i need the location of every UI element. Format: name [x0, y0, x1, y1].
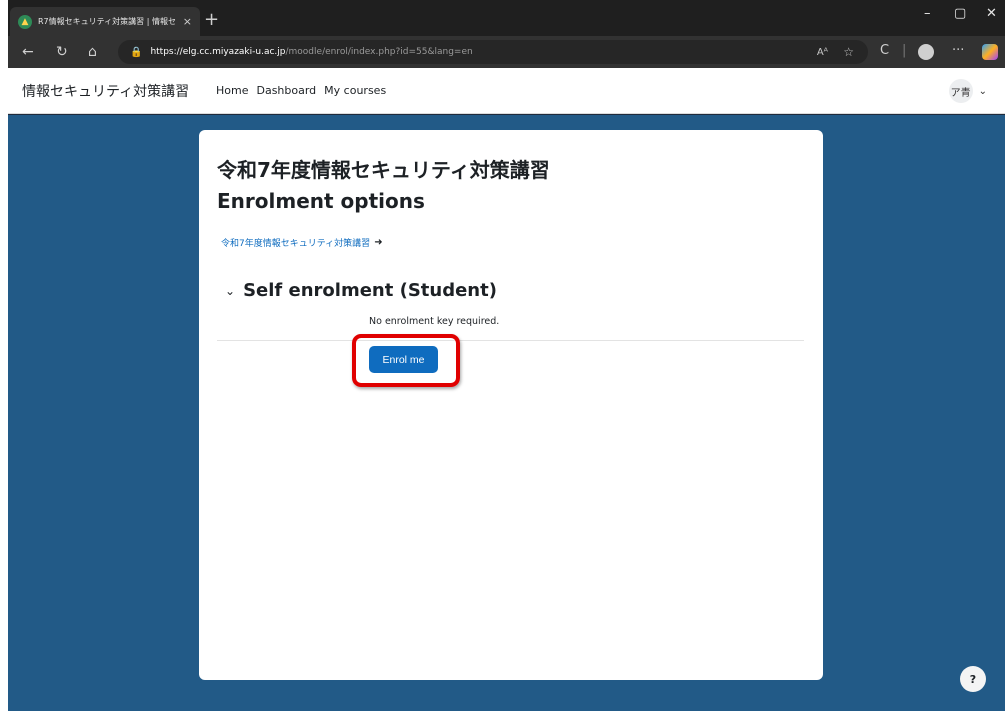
course-link[interactable]: 令和7年度情報セキュリティ対策講習 ➜: [221, 236, 383, 249]
nav-my-courses[interactable]: My courses: [324, 84, 386, 97]
maximize-icon[interactable]: ▢: [954, 6, 966, 21]
user-menu[interactable]: ア青 ⌄: [948, 79, 987, 103]
close-window-icon[interactable]: ✕: [986, 6, 997, 21]
enrol-me-button[interactable]: Enrol me: [369, 346, 438, 373]
help-button[interactable]: ?: [960, 666, 986, 692]
minimize-icon[interactable]: –: [924, 6, 931, 21]
read-aloud-icon[interactable]: Aᴬ: [817, 47, 828, 58]
back-icon[interactable]: ←: [22, 44, 34, 60]
course-title: 令和7年度情報セキュリティ対策講習: [217, 158, 550, 182]
section-title: Self enrolment (Student): [243, 280, 497, 301]
new-tab-icon[interactable]: +: [204, 9, 219, 31]
profile-icon[interactable]: [918, 44, 934, 60]
chevron-down-icon[interactable]: ⌄: [225, 284, 235, 298]
site-name[interactable]: 情報セキュリティ対策講習: [22, 81, 189, 101]
browser-titlebar: ▲ R7情報セキュリティ対策講習 | 情報セ × + – ▢ ✕: [8, 0, 1005, 36]
browser-window: ▲ R7情報セキュリティ対策講習 | 情報セ × + – ▢ ✕ ← ↻ ⌂ 🔒…: [8, 0, 1005, 711]
extension-icon[interactable]: Ϲ: [880, 43, 889, 58]
home-icon[interactable]: ⌂: [88, 44, 97, 60]
primary-navigation: Home Dashboard My courses: [216, 84, 386, 97]
url-host: https://elg.cc.miyazaki-u.ac.jp: [150, 47, 286, 57]
moodle-navbar: 情報セキュリティ対策講習 Home Dashboard My courses ア…: [8, 68, 1005, 114]
divider: [217, 340, 804, 341]
url-text: https://elg.cc.miyazaki-u.ac.jp/moodle/e…: [150, 47, 472, 57]
no-enrolment-key-text: No enrolment key required.: [369, 316, 500, 327]
toolbar-divider: |: [902, 43, 907, 58]
url-path: /moodle/enrol/index.php?id=55&lang=en: [285, 47, 473, 57]
page-title: Enrolment options: [217, 189, 425, 213]
browser-tab[interactable]: ▲ R7情報セキュリティ対策講習 | 情報セ ×: [10, 7, 200, 36]
avatar[interactable]: ア青: [948, 79, 973, 103]
favorite-star-icon[interactable]: ☆: [843, 45, 854, 59]
self-enrolment-section-header[interactable]: ⌄ Self enrolment (Student): [225, 280, 497, 301]
more-menu-icon[interactable]: ···: [952, 43, 964, 58]
main-content-card: 令和7年度情報セキュリティ対策講習 Enrolment options 令和7年…: [199, 130, 823, 680]
copilot-icon[interactable]: [982, 44, 998, 60]
enter-course-icon[interactable]: ➜: [374, 237, 382, 248]
chevron-down-icon[interactable]: ⌄: [979, 86, 987, 97]
tab-title: R7情報セキュリティ対策講習 | 情報セ: [38, 17, 176, 26]
browser-toolbar: ← ↻ ⌂ 🔒 https://elg.cc.miyazaki-u.ac.jp/…: [8, 36, 1005, 68]
nav-dashboard[interactable]: Dashboard: [256, 84, 316, 97]
lock-icon[interactable]: 🔒: [130, 47, 142, 58]
moodle-favicon-icon: ▲: [18, 14, 32, 29]
address-bar[interactable]: 🔒 https://elg.cc.miyazaki-u.ac.jp/moodle…: [118, 40, 868, 64]
course-link-text[interactable]: 令和7年度情報セキュリティ対策講習: [221, 236, 370, 249]
tab-close-icon[interactable]: ×: [183, 15, 192, 28]
nav-home[interactable]: Home: [216, 84, 248, 97]
refresh-icon[interactable]: ↻: [56, 44, 68, 60]
